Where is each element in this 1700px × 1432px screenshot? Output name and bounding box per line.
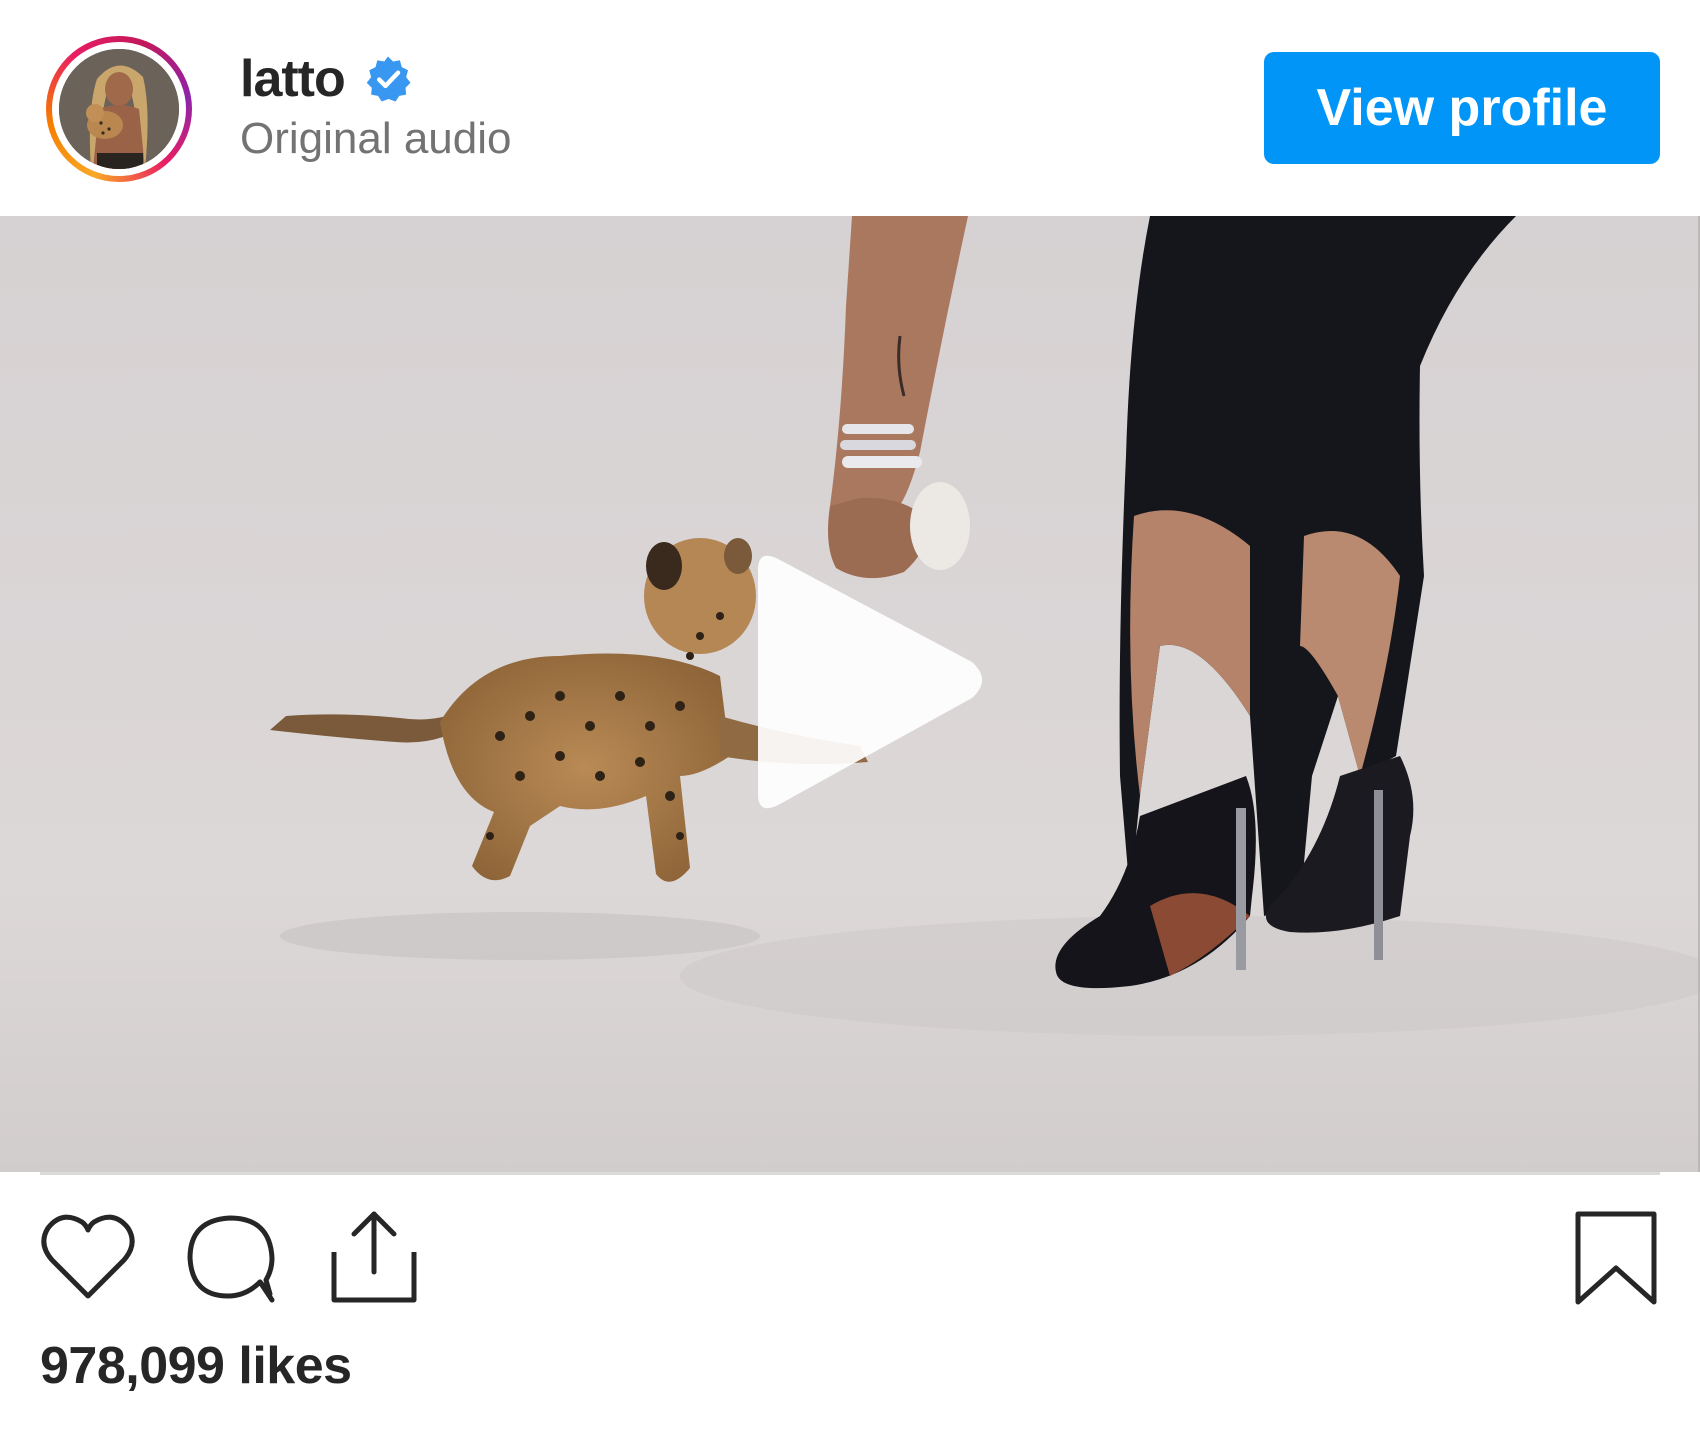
comment-bubble-icon[interactable] (182, 1208, 282, 1308)
play-icon (758, 555, 982, 809)
media-divider (40, 1172, 1660, 1175)
view-profile-button[interactable]: View profile (1264, 52, 1660, 164)
bookmark-icon[interactable] (1566, 1208, 1666, 1308)
action-bar (0, 1200, 1700, 1310)
share-upload-icon[interactable] (324, 1208, 424, 1308)
avatar-image (59, 49, 179, 169)
story-ring[interactable] (46, 36, 192, 182)
verified-badge-icon (363, 54, 413, 104)
play-button[interactable] (740, 552, 990, 812)
likes-count[interactable]: 978,099 likes (40, 1336, 352, 1396)
username-row: latto (240, 44, 413, 114)
avatar[interactable] (59, 49, 179, 169)
heart-icon[interactable] (38, 1208, 138, 1308)
post-header: latto Original audio View profile (0, 0, 1700, 216)
audio-label[interactable]: Original audio (240, 114, 512, 164)
username[interactable]: latto (240, 49, 346, 109)
